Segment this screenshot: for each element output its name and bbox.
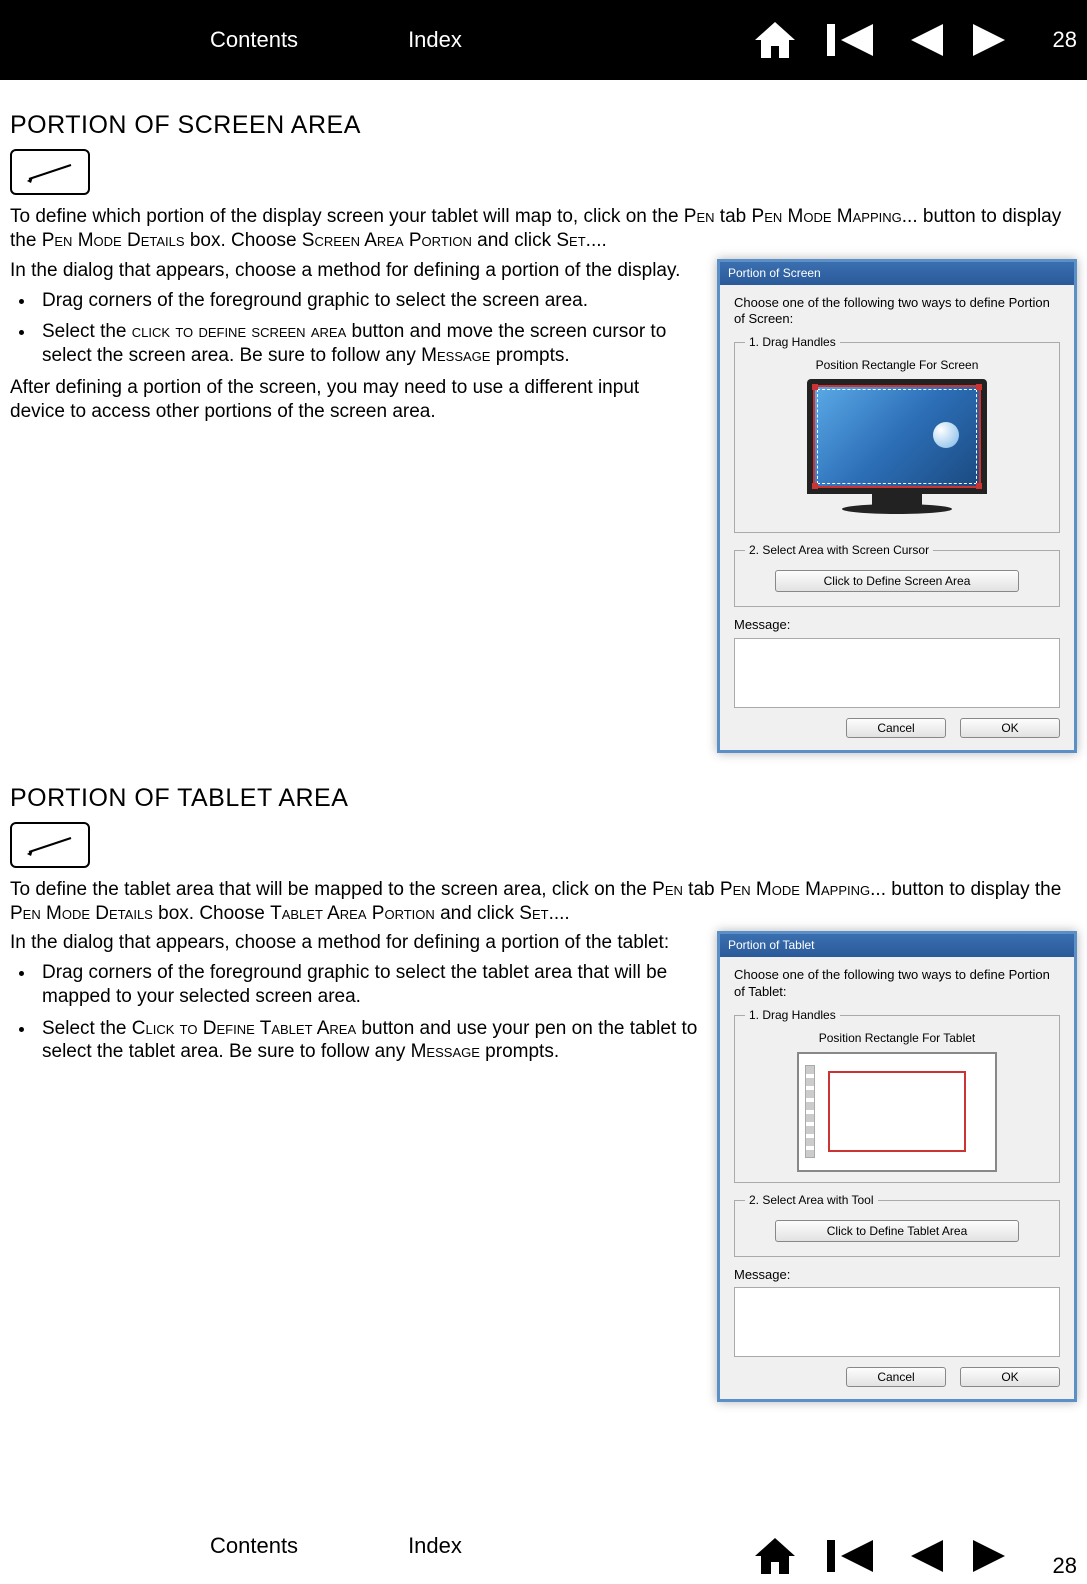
contents-link-bottom[interactable]: Contents bbox=[210, 1532, 298, 1560]
pen-icon-box-2 bbox=[10, 822, 90, 868]
first-page-icon[interactable] bbox=[827, 22, 873, 58]
dialog2-intro: Choose one of the following two ways to … bbox=[734, 967, 1060, 1000]
section1-bullet1: Drag corners of the foreground graphic t… bbox=[36, 289, 699, 313]
section1-body: In the dialog that appears, choose a met… bbox=[10, 259, 1077, 753]
dialog1-cancel-button[interactable]: Cancel bbox=[846, 718, 946, 738]
dialog2-drag-handles-group: 1. Drag Handles Position Rectangle For T… bbox=[734, 1008, 1060, 1183]
nav-icons-bottom: 28 bbox=[753, 1532, 1077, 1580]
dialog1-message-label: Message: bbox=[734, 617, 1060, 633]
section2-para1: In the dialog that appears, choose a met… bbox=[10, 931, 699, 955]
handle-tr[interactable] bbox=[976, 384, 982, 390]
dialog2-legend2: 2. Select Area with Tool bbox=[745, 1193, 878, 1208]
dialog2-message-label: Message: bbox=[734, 1267, 1060, 1283]
section2-bullets: Drag corners of the foreground graphic t… bbox=[10, 961, 699, 1064]
monitor-graphic[interactable] bbox=[807, 379, 987, 494]
selection-rectangle[interactable] bbox=[817, 389, 977, 484]
section2-bullet2: Select the Click to Define Tablet Area b… bbox=[36, 1017, 699, 1065]
tablet-side-controls bbox=[805, 1065, 815, 1158]
pen-icon bbox=[23, 834, 77, 856]
section1-after: After defining a portion of the screen, … bbox=[10, 376, 699, 424]
monitor-base bbox=[842, 504, 952, 514]
bottom-navbar: Contents Index 28 bbox=[0, 1532, 1087, 1584]
tablet-graphic[interactable] bbox=[797, 1052, 997, 1172]
home-icon[interactable] bbox=[753, 1536, 797, 1576]
dialog1-ok-button[interactable]: OK bbox=[960, 718, 1060, 738]
dialog2-cancel-button[interactable]: Cancel bbox=[846, 1367, 946, 1387]
dialog1-titlebar: Portion of Screen bbox=[720, 262, 1074, 285]
dialog2-caption1: Position Rectangle For Tablet bbox=[745, 1031, 1049, 1046]
tablet-selection-rectangle[interactable] bbox=[828, 1071, 965, 1152]
prev-page-icon[interactable] bbox=[903, 22, 943, 58]
click-define-screen-button[interactable]: Click to Define Screen Area bbox=[775, 570, 1018, 592]
page-number-bottom: 28 bbox=[1053, 1552, 1077, 1580]
next-page-icon[interactable] bbox=[973, 1538, 1013, 1574]
pen-icon bbox=[23, 161, 77, 183]
index-link-bottom[interactable]: Index bbox=[408, 1532, 462, 1560]
next-page-icon[interactable] bbox=[973, 22, 1013, 58]
section1-bullets: Drag corners of the foreground graphic t… bbox=[10, 289, 699, 368]
click-define-tablet-button[interactable]: Click to Define Tablet Area bbox=[775, 1220, 1018, 1242]
section2-bullet1: Drag corners of the foreground graphic t… bbox=[36, 961, 699, 1009]
portion-of-screen-dialog: Portion of Screen Choose one of the foll… bbox=[717, 259, 1077, 753]
home-icon[interactable] bbox=[753, 20, 797, 60]
dialog1-legend2: 2. Select Area with Screen Cursor bbox=[745, 543, 933, 558]
dialog2-legend1: 1. Drag Handles bbox=[745, 1008, 840, 1023]
dialog2-titlebar: Portion of Tablet bbox=[720, 934, 1074, 957]
dialog1-caption1: Position Rectangle For Screen bbox=[745, 358, 1049, 373]
portion-of-tablet-dialog: Portion of Tablet Choose one of the foll… bbox=[717, 931, 1077, 1402]
contents-link[interactable]: Contents bbox=[210, 26, 298, 54]
first-page-icon[interactable] bbox=[827, 1538, 873, 1574]
top-navbar: Contents Index 28 bbox=[0, 0, 1087, 80]
dialog1-cursor-group: 2. Select Area with Screen Cursor Click … bbox=[734, 543, 1060, 607]
section1-heading: PORTION OF SCREEN AREA bbox=[10, 110, 1077, 141]
section1-bullet2: Select the click to define screen area b… bbox=[36, 320, 699, 368]
pen-icon-box-1 bbox=[10, 149, 90, 195]
dialog2-tool-group: 2. Select Area with Tool Click to Define… bbox=[734, 1193, 1060, 1257]
index-link[interactable]: Index bbox=[408, 26, 462, 54]
page-number-top: 28 bbox=[1053, 26, 1077, 54]
section2-heading: PORTION OF TABLET AREA bbox=[10, 783, 1077, 814]
handle-br[interactable] bbox=[976, 483, 982, 489]
section2-body: In the dialog that appears, choose a met… bbox=[10, 931, 1077, 1402]
section1-para1: In the dialog that appears, choose a met… bbox=[10, 259, 699, 283]
section2-intro: To define the tablet area that will be m… bbox=[10, 878, 1077, 926]
dialog1-intro: Choose one of the following two ways to … bbox=[734, 295, 1060, 328]
page-content: PORTION OF SCREEN AREA To define which p… bbox=[0, 80, 1087, 1412]
dialog1-message-box bbox=[734, 638, 1060, 708]
dialog1-drag-handles-group: 1. Drag Handles Position Rectangle For S… bbox=[734, 335, 1060, 533]
nav-icons-top: 28 bbox=[753, 20, 1077, 60]
handle-tl[interactable] bbox=[812, 384, 818, 390]
bottom-links: Contents Index bbox=[210, 1532, 462, 1560]
dialog2-ok-button[interactable]: OK bbox=[960, 1367, 1060, 1387]
top-links: Contents Index bbox=[210, 26, 462, 54]
prev-page-icon[interactable] bbox=[903, 1538, 943, 1574]
handle-bl[interactable] bbox=[812, 483, 818, 489]
section1-intro: To define which portion of the display s… bbox=[10, 205, 1077, 253]
dialog2-message-box bbox=[734, 1287, 1060, 1357]
dialog1-legend1: 1. Drag Handles bbox=[745, 335, 840, 350]
